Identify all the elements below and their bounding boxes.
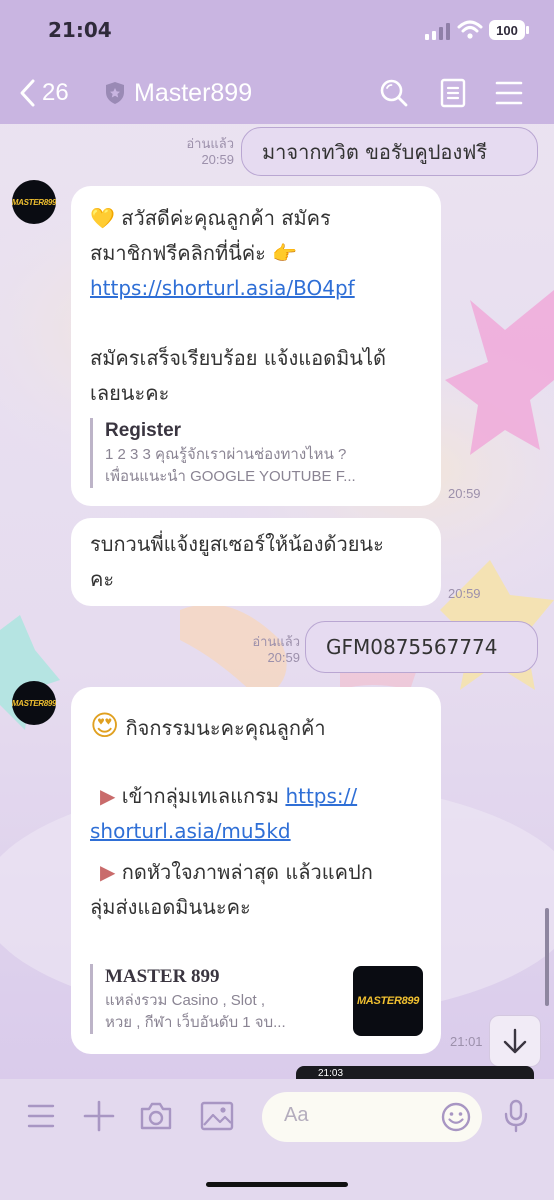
chat-name: Master899: [134, 78, 253, 107]
message-text: มาจากทวิต ขอรับคูปองฟรี: [262, 140, 488, 164]
message-body: รบกวนพี่แจ้งยูสเซอร์ให้น้องด้วยนะ คะ: [90, 527, 435, 597]
chat-title[interactable]: Master899: [104, 76, 252, 110]
preview-description: เพื่อนแนะนำ GOOGLE YOUTUBE F...: [105, 468, 356, 485]
message-input[interactable]: Aa: [262, 1092, 482, 1142]
preview-title: Register: [105, 420, 182, 441]
incoming-message[interactable]: 😍 กิจกรรมนะคะคุณลูกค้า ▶ เข้ากลุ่มเทเลแก…: [71, 687, 441, 1054]
status-time: 21:04: [48, 18, 112, 42]
message-text: GFM0875567774: [326, 635, 498, 659]
read-receipt: อ่านแล้ว: [186, 136, 234, 151]
incoming-message[interactable]: รบกวนพี่แจ้งยูสเซอร์ให้น้องด้วยนะ คะ: [71, 518, 441, 606]
avatar[interactable]: MASTER899: [12, 681, 56, 725]
message-line: ▶ กดหัวใจภาพล่าสุด แล้วแคปก: [90, 855, 435, 890]
incoming-message[interactable]: 💛 สวัสดีค่ะคุณลูกค้า สมัคร สมาชิกฟรีคลิก…: [71, 186, 441, 506]
telegram-link[interactable]: shorturl.asia/mu5kd: [90, 819, 291, 843]
back-button[interactable]: 26: [18, 76, 88, 110]
preview-description: หวย , กีฬา เว็บอันดับ 1 จบ...: [105, 1014, 286, 1031]
message-line: 💛 สวัสดีค่ะคุณลูกค้า สมัคร: [90, 201, 430, 236]
scrollbar[interactable]: [545, 908, 549, 1006]
message-meta: อ่านแล้ว 20:59: [170, 136, 234, 168]
message-line: รบกวนพี่แจ้งยูสเซอร์ให้น้องด้วยนะ: [90, 532, 384, 556]
message-line: ▶ เข้ากลุ่มเทเลแกรม https://: [90, 779, 435, 814]
plus-icon: [83, 1100, 115, 1132]
chevron-left-icon: [20, 79, 35, 107]
chat-header: 26 Master899: [0, 62, 554, 124]
unread-count: 26: [42, 79, 69, 106]
read-receipt: อ่านแล้ว: [252, 634, 300, 649]
image-icon: [200, 1101, 234, 1131]
message-time: 20:59: [267, 650, 300, 665]
avatar[interactable]: MASTER899: [12, 180, 56, 224]
camera-button[interactable]: [139, 1099, 173, 1133]
preview-thumbnail: MASTER899: [353, 966, 423, 1036]
battery-level: 100: [496, 22, 518, 38]
play-button-icon: ▶: [100, 784, 116, 808]
message-line: ลุ่มส่งแอดมินนะคะ: [90, 895, 251, 919]
emoji-icon[interactable]: [440, 1101, 472, 1133]
preview-description: แหล่งรวม Casino , Slot ,: [105, 992, 265, 1009]
message-time: 20:59: [448, 486, 481, 501]
message-line-text: เข้ากลุ่มเทเลแกรม: [121, 784, 280, 808]
notes-icon: [440, 78, 466, 108]
camera-icon: [140, 1102, 172, 1130]
message-meta: อ่านแล้ว 20:59: [236, 634, 300, 666]
message-line-text: กดหัวใจภาพล่าสุด แล้วแคปก: [121, 860, 373, 884]
wifi-icon: [457, 20, 483, 39]
message-body: 😍 กิจกรรมนะคะคุณลูกค้า ▶ เข้ากลุ่มเทเลแก…: [90, 705, 435, 925]
preview-title: MASTER 899: [105, 966, 220, 987]
microphone-icon: [504, 1099, 528, 1133]
message-line: สมาชิกฟรีคลิกที่นี่ค่ะ 👉: [90, 236, 430, 271]
message-list[interactable]: อ่านแล้ว 20:59 มาจากทวิต ขอรับคูปองฟรี M…: [0, 124, 554, 1079]
battery-cap: [526, 26, 529, 34]
play-button-icon: ▶: [100, 860, 116, 884]
image-message-time: 21:03: [318, 1068, 344, 1079]
message-line: เลยนะคะ: [90, 381, 170, 405]
message-line: 😍 กิจกรรมนะคะคุณลูกค้า: [90, 705, 435, 749]
message-body: 💛 สวัสดีค่ะคุณลูกค้า สมัคร สมาชิกฟรีคลิก…: [90, 201, 430, 411]
outgoing-message[interactable]: มาจากทวิต ขอรับคูปองฟรี: [241, 127, 538, 176]
pointing-hand-icon: 👉: [272, 241, 298, 265]
message-input-placeholder: Aa: [284, 1104, 309, 1126]
hamburger-icon: [27, 1104, 55, 1128]
add-button[interactable]: [82, 1099, 116, 1133]
battery-icon: 100: [489, 20, 525, 40]
voice-button[interactable]: [499, 1099, 533, 1133]
outgoing-message[interactable]: GFM0875567774: [305, 621, 538, 673]
preview-description: 1 2 3 3 คุณรู้จักเราผ่านช่องทางไหน ?: [105, 446, 347, 463]
heart-eyes-emoji-icon: 😍: [90, 709, 120, 742]
yellow-heart-icon: 💛: [90, 206, 115, 230]
status-bar: 21:04 100: [0, 0, 554, 62]
search-button[interactable]: [377, 76, 411, 110]
telegram-link[interactable]: https://: [285, 784, 357, 808]
message-line-text: สมาชิกฟรีคลิกที่นี่ค่ะ: [90, 241, 266, 265]
link-preview[interactable]: MASTER 899 แหล่งรวม Casino , Slot , หวย …: [90, 964, 340, 1034]
message-time: 20:59: [448, 586, 481, 601]
link-preview[interactable]: Register 1 2 3 3 คุณรู้จักเราผ่านช่องทาง…: [90, 418, 420, 488]
thumbnail-logo: MASTER899: [356, 994, 420, 1007]
avatar-logo: MASTER899: [12, 197, 56, 207]
message-line: คะ: [90, 567, 115, 591]
notes-button[interactable]: [436, 76, 470, 110]
scroll-to-bottom-button[interactable]: [489, 1015, 541, 1067]
message-time: 20:59: [201, 152, 234, 167]
gallery-button[interactable]: [200, 1099, 234, 1133]
more-options-button[interactable]: [24, 1099, 58, 1133]
avatar-logo: MASTER899: [12, 698, 56, 708]
arrow-down-icon: [503, 1028, 527, 1054]
message-line-text: สวัสดีค่ะคุณลูกค้า สมัคร: [121, 206, 331, 230]
hamburger-icon: [495, 81, 523, 105]
register-link[interactable]: https://shorturl.asia/BO4pf: [90, 276, 355, 300]
search-icon: [380, 79, 408, 107]
message-line: สมัครเสร็จเรียบร้อย แจ้งแอดมินได้: [90, 346, 387, 370]
menu-button[interactable]: [492, 76, 526, 110]
official-shield-icon: [106, 82, 124, 104]
message-line-text: กิจกรรมนะคะคุณลูกค้า: [125, 716, 326, 740]
signal-icon: [425, 23, 450, 40]
home-indicator[interactable]: [206, 1182, 348, 1187]
